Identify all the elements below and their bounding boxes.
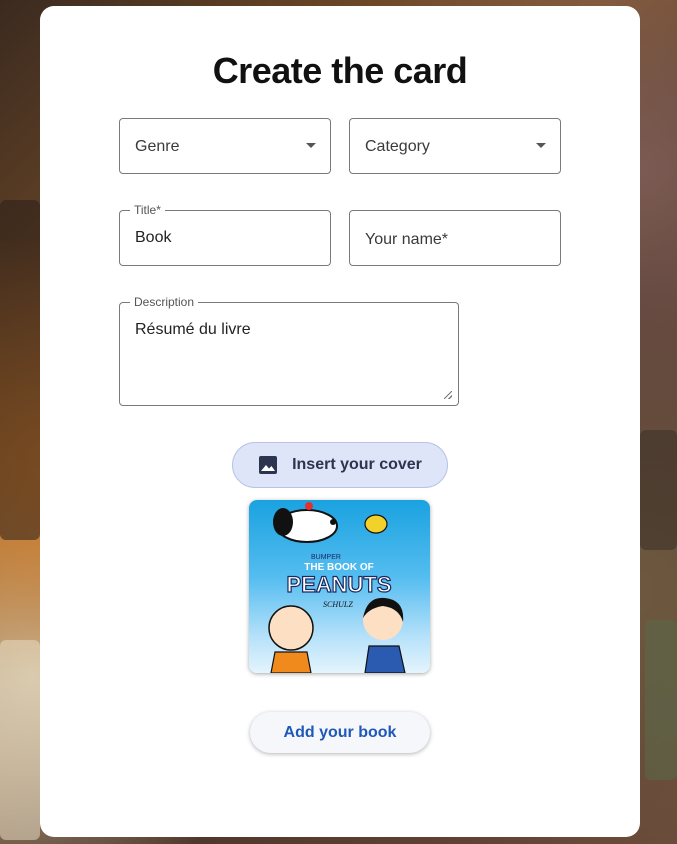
- category-placeholder: Category: [365, 138, 430, 155]
- title-field[interactable]: Title* Book: [119, 203, 331, 266]
- background-illustration: [0, 200, 40, 540]
- resize-handle[interactable]: [444, 391, 452, 399]
- description-field[interactable]: Description Résumé du livre: [119, 295, 459, 406]
- genre-select[interactable]: Genre: [119, 118, 331, 174]
- cover-preview-image: BUMPER THE BOOK OF PEANUTS SCHULZ: [249, 500, 430, 673]
- cover-title-small: BUMPER: [311, 554, 341, 561]
- background-illustration: [640, 430, 677, 550]
- page-title: Create the card: [212, 50, 468, 91]
- author-placeholder: Your name*: [365, 231, 449, 248]
- insert-cover-button[interactable]: Insert your cover: [232, 442, 448, 488]
- peanuts-cover-art: BUMPER THE BOOK OF PEANUTS SCHULZ: [268, 502, 406, 673]
- cover-signature: SCHULZ: [323, 600, 353, 609]
- description-label: Description: [130, 295, 199, 309]
- create-card-panel: Create the card Genre Category Title* Bo…: [40, 6, 640, 837]
- insert-cover-label: Insert your cover: [292, 456, 422, 473]
- description-value: Résumé du livre: [135, 321, 251, 338]
- genre-placeholder: Genre: [135, 138, 180, 155]
- background-illustration: [0, 640, 40, 840]
- chevron-down-icon: [536, 143, 546, 148]
- image-icon: [259, 456, 278, 474]
- title-label: Title*: [130, 203, 165, 217]
- add-book-button[interactable]: Add your book: [250, 712, 430, 753]
- cover-title-main: PEANUTS: [286, 572, 391, 597]
- author-field[interactable]: Your name*: [349, 210, 561, 266]
- category-select[interactable]: Category: [349, 118, 561, 174]
- chevron-down-icon: [306, 143, 316, 148]
- title-value: Book: [135, 229, 172, 246]
- background-illustration: [645, 620, 677, 780]
